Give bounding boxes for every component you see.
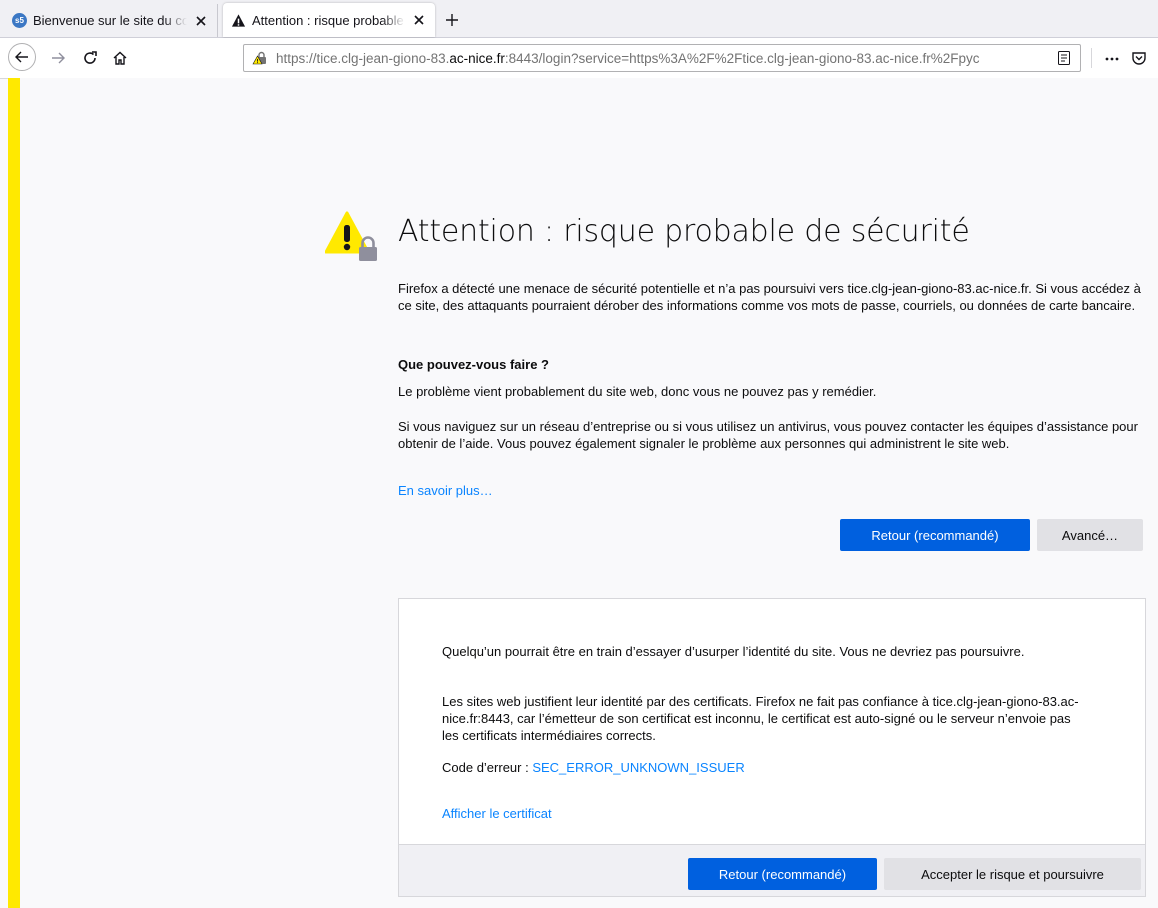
error-code-label: Code d’erreur : (442, 760, 533, 775)
tab-label: Bienvenue sur le site du collège (33, 13, 187, 28)
toolbar-separator (1091, 48, 1092, 68)
url-host: ac-nice.fr (449, 50, 505, 66)
url-suffix: :8443/login?service=https%3A%2F%2Ftice.c… (504, 50, 980, 66)
learn-more-link[interactable]: En savoir plus… (398, 483, 493, 498)
reload-icon (84, 51, 97, 64)
page-title: Attention : risque probable de sécurité (398, 214, 970, 249)
url-text[interactable]: https://tice.clg-jean-giono-83.ac-nice.f… (276, 51, 1052, 66)
certificate-explanation: Les sites web justifient leur identité p… (442, 694, 1079, 743)
url-prefix: https://tice.clg-jean-giono-83. (276, 50, 450, 66)
tab-attention[interactable]: Attention : risque probable de sécurité (223, 3, 435, 37)
pocket-icon (1132, 52, 1146, 65)
new-tab-button[interactable] (440, 8, 464, 32)
back-icon (15, 51, 28, 63)
accept-risk-button[interactable]: Accepter le risque et poursuivre (884, 858, 1141, 890)
what-text-2: Si vous naviguez sur un réseau d’entrepr… (398, 419, 1138, 451)
back-button[interactable] (8, 43, 36, 71)
tab-label: Attention : risque probable de sécurité (252, 12, 405, 28)
forward-icon (52, 52, 65, 64)
reader-view-icon[interactable] (1056, 50, 1072, 66)
reload-button[interactable] (78, 46, 102, 70)
pocket-button[interactable] (1127, 46, 1151, 70)
plus-icon (446, 14, 458, 26)
view-certificate-link[interactable]: Afficher le certificat (442, 806, 552, 821)
warning-icon (231, 13, 246, 27)
tab-bienvenue[interactable]: s5 Bienvenue sur le site du collège (4, 4, 218, 37)
home-button[interactable] (108, 46, 132, 70)
more-icon (1105, 57, 1119, 61)
what-text-1: Le problème vient probablement du site w… (398, 384, 877, 399)
close-icon[interactable] (411, 12, 427, 28)
forward-button[interactable] (46, 46, 70, 70)
advanced-panel: Quelqu’un pourrait être en train d’essay… (398, 598, 1146, 897)
go-back-button-2[interactable]: Retour (recommandé) (688, 858, 877, 890)
navigation-bar: https://tice.clg-jean-giono-83.ac-nice.f… (0, 38, 1158, 79)
home-icon (113, 51, 127, 65)
advanced-button[interactable]: Avancé… (1037, 519, 1143, 551)
error-code-line: Code d’erreur : SEC_ERROR_UNKNOWN_ISSUER (442, 759, 1082, 776)
tab-strip: s5 Bienvenue sur le site du collège Atte… (0, 0, 1158, 38)
close-icon[interactable] (193, 13, 209, 29)
s5-logo-icon: s5 (12, 13, 27, 28)
spoof-warning-text: Quelqu’un pourrait être en train d’essay… (442, 644, 1025, 659)
intro-text: Firefox a détecté une menace de sécurité… (398, 281, 1141, 313)
url-bar[interactable]: https://tice.clg-jean-giono-83.ac-nice.f… (243, 44, 1081, 72)
insecure-lock-icon[interactable] (252, 50, 268, 66)
error-code-link[interactable]: SEC_ERROR_UNKNOWN_ISSUER (532, 760, 744, 775)
page-actions-button[interactable] (1100, 46, 1124, 70)
warning-lock-icon (325, 211, 377, 261)
what-heading: Que pouvez-vous faire ? (398, 357, 549, 372)
warning-stripe (8, 78, 20, 908)
go-back-button[interactable]: Retour (recommandé) (840, 519, 1030, 551)
